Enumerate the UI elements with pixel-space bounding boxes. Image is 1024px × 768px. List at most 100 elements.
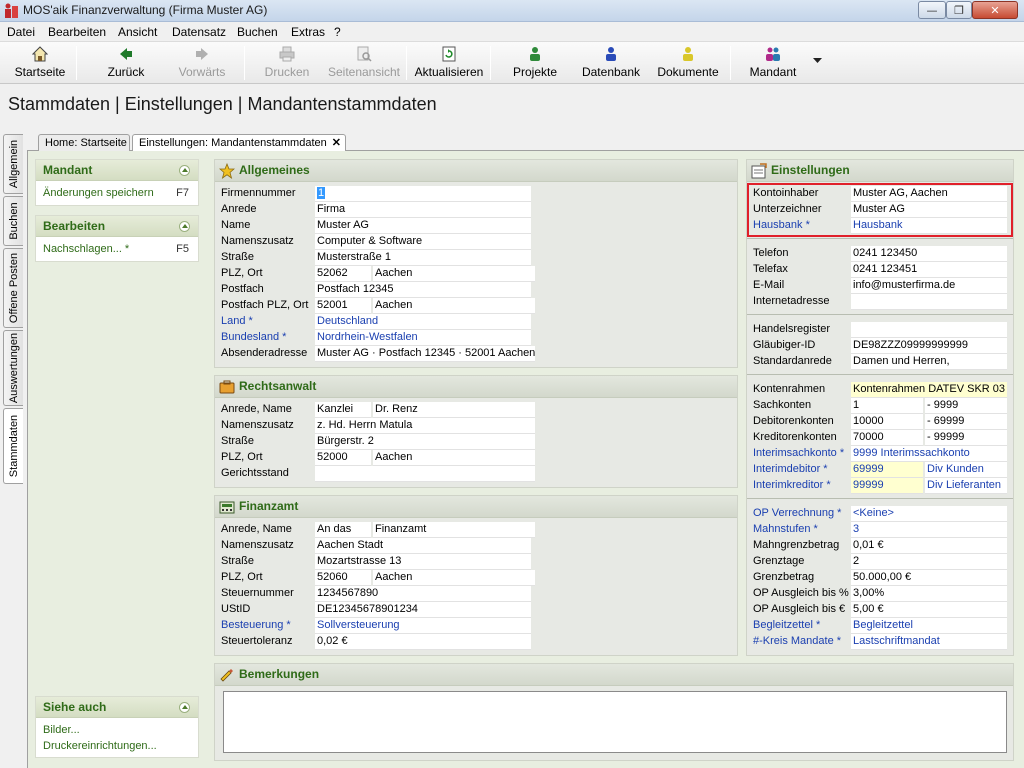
field-value-namenszusatz[interactable]: z. Hd. Herrn Matula bbox=[315, 418, 535, 434]
field-value-telefon[interactable]: 0241 123450 bbox=[851, 246, 1007, 262]
field-value-gerichtsstand[interactable] bbox=[315, 466, 535, 482]
menu-datensatz[interactable]: Datensatz bbox=[172, 25, 226, 39]
vtab-buchen[interactable]: Buchen bbox=[3, 196, 23, 246]
field-value-interimdebitor[interactable]: 69999 bbox=[851, 462, 923, 478]
field-value-plz-ort[interactable]: 52000 bbox=[315, 450, 371, 466]
field-value-begleitzettel[interactable]: Begleitzettel bbox=[851, 618, 1007, 634]
field-value-e-mail[interactable]: info@musterfirma.de bbox=[851, 278, 1007, 294]
field-value-mahnstufen[interactable]: 3 bbox=[851, 522, 1007, 538]
field-value-kreditorenkonten[interactable]: 70000 bbox=[851, 430, 923, 446]
close-button[interactable]: ✕ bbox=[972, 1, 1018, 19]
vtab-offene-posten[interactable]: Offene Posten bbox=[3, 248, 23, 328]
back-button[interactable]: Zurück bbox=[100, 44, 152, 82]
field-value-bundesland[interactable]: Nordrhein-Westfalen bbox=[315, 330, 531, 346]
field-value-namenszusatz[interactable]: Computer & Software bbox=[315, 234, 531, 250]
field-label[interactable]: OP Verrechnung * bbox=[753, 507, 841, 519]
field-value-grenztage[interactable]: 2 bbox=[851, 554, 1007, 570]
field-value-plz-ort[interactable]: 52060 bbox=[315, 570, 371, 586]
field-value-plz-ort[interactable]: 52062 bbox=[315, 266, 371, 282]
datenbank-button[interactable]: Datenbank bbox=[580, 44, 642, 82]
field-value-debitorenkonten[interactable]: 10000 bbox=[851, 414, 923, 430]
field-value-anrede[interactable]: Firma bbox=[315, 202, 531, 218]
field-value-op-ausgleich-bis[interactable]: 3,00% bbox=[851, 586, 1007, 602]
mandant-button[interactable]: Mandant bbox=[744, 44, 802, 82]
field-value-internetadresse[interactable] bbox=[851, 294, 1007, 310]
field-value2-plz-ort[interactable]: Aachen bbox=[373, 570, 535, 586]
field-value-telefax[interactable]: 0241 123451 bbox=[851, 262, 1007, 278]
field-value-straße[interactable]: Bürgerstr. 2 bbox=[315, 434, 535, 450]
tab-mandantenstammdaten[interactable]: Einstellungen: Mandantenstammdaten ✕ bbox=[132, 134, 346, 151]
vtab-auswertungen[interactable]: Auswertungen bbox=[3, 330, 23, 406]
link-bilder[interactable]: Bilder... bbox=[36, 722, 198, 738]
field-value-straße[interactable]: Musterstraße 1 bbox=[315, 250, 531, 266]
field-value-namenszusatz[interactable]: Aachen Stadt bbox=[315, 538, 531, 554]
field-value-mahngrenzbetrag[interactable]: 0,01 € bbox=[851, 538, 1007, 554]
field-label[interactable]: Interimkreditor * bbox=[753, 479, 831, 491]
menu-help[interactable]: ? bbox=[334, 25, 341, 39]
menu-extras[interactable]: Extras bbox=[291, 25, 325, 39]
tab-home[interactable]: Home: Startseite bbox=[38, 134, 130, 151]
action-save-changes[interactable]: Änderungen speichern F7 bbox=[36, 185, 198, 201]
field-label[interactable]: Interimdebitor * bbox=[753, 463, 828, 475]
dokumente-button[interactable]: Dokumente bbox=[654, 44, 722, 82]
remarks-textarea[interactable] bbox=[223, 691, 1007, 753]
link-druckereinrichtungen[interactable]: Druckereinrichtungen... bbox=[36, 738, 198, 754]
field-value-interimsachkonto[interactable]: 9999 Interimssachkonto bbox=[851, 446, 1007, 462]
field-value-straße[interactable]: Mozartstrasse 13 bbox=[315, 554, 531, 570]
print-button[interactable]: Drucken bbox=[258, 44, 316, 82]
menu-buchen[interactable]: Buchen bbox=[237, 25, 278, 39]
vtab-stammdaten[interactable]: Stammdaten bbox=[3, 408, 23, 484]
vtab-allgemein[interactable]: Allgemein bbox=[3, 134, 23, 194]
field-value-anrede-name[interactable]: Kanzlei bbox=[315, 402, 371, 418]
action-nachschlagen[interactable]: Nachschlagen... * F5 bbox=[36, 241, 198, 257]
field-label[interactable]: #-Kreis Mandate * bbox=[753, 635, 841, 647]
field-value-absenderadresse[interactable]: Muster AG · Postfach 12345 · 52001 Aache… bbox=[315, 346, 535, 362]
field-value-interimkreditor[interactable]: 99999 bbox=[851, 478, 923, 494]
field-value2-interimkreditor[interactable]: Div Lieferanten bbox=[925, 478, 1007, 494]
field-value-firmennummer[interactable]: 1 bbox=[315, 186, 531, 202]
field-value-anrede-name[interactable]: An das bbox=[315, 522, 371, 538]
field-value2-sachkonten[interactable]: - 9999 bbox=[925, 398, 1007, 414]
field-value-grenzbetrag[interactable]: 50.000,00 € bbox=[851, 570, 1007, 586]
collapse-icon[interactable] bbox=[179, 165, 190, 176]
page-preview-button[interactable]: Seitenansicht bbox=[325, 44, 403, 82]
field-label[interactable]: Land * bbox=[221, 315, 253, 327]
field-value2-postfach-plz-ort[interactable]: Aachen bbox=[373, 298, 535, 314]
menu-bearbeiten[interactable]: Bearbeiten bbox=[48, 25, 106, 39]
field-value2-plz-ort[interactable]: Aachen bbox=[373, 450, 535, 466]
field-value2-anrede-name[interactable]: Dr. Renz bbox=[373, 402, 535, 418]
field-value-op-ausgleich-bis[interactable]: 5,00 € bbox=[851, 602, 1007, 618]
panel-mandant-header[interactable]: Mandant bbox=[36, 160, 198, 181]
panel-siehe-auch-header[interactable]: Siehe auch bbox=[36, 697, 198, 718]
collapse-icon[interactable] bbox=[179, 702, 190, 713]
field-value2-plz-ort[interactable]: Aachen bbox=[373, 266, 535, 282]
field-value-standardanrede[interactable]: Damen und Herren, bbox=[851, 354, 1007, 370]
collapse-icon[interactable] bbox=[179, 221, 190, 232]
field-value-postfach-plz-ort[interactable]: 52001 bbox=[315, 298, 371, 314]
refresh-button[interactable]: Aktualisieren bbox=[412, 44, 486, 82]
panel-bearbeiten-header[interactable]: Bearbeiten bbox=[36, 216, 198, 237]
field-value2-anrede-name[interactable]: Finanzamt bbox=[373, 522, 535, 538]
forward-button[interactable]: Vorwärts bbox=[172, 44, 232, 82]
field-value-op-verrechnung[interactable]: <Keine> bbox=[851, 506, 1007, 522]
menu-ansicht[interactable]: Ansicht bbox=[118, 25, 157, 39]
field-value-kreis-mandate[interactable]: Lastschriftmandat bbox=[851, 634, 1007, 650]
field-value-steuernummer[interactable]: 1234567890 bbox=[315, 586, 531, 602]
field-value-ustid[interactable]: DE12345678901234 bbox=[315, 602, 531, 618]
menu-datei[interactable]: Datei bbox=[7, 25, 35, 39]
field-value-steuertoleranz[interactable]: 0,02 € bbox=[315, 634, 531, 650]
toolbar-dropdown-icon[interactable] bbox=[813, 58, 822, 64]
minimize-button[interactable]: — bbox=[918, 1, 946, 19]
field-value-handelsregister[interactable] bbox=[851, 322, 1007, 338]
maximize-button[interactable]: ❐ bbox=[946, 1, 972, 19]
field-label[interactable]: Mahnstufen * bbox=[753, 523, 818, 535]
field-value2-debitorenkonten[interactable]: - 69999 bbox=[925, 414, 1007, 430]
field-label[interactable]: Interimsachkonto * bbox=[753, 447, 844, 459]
field-value-name[interactable]: Muster AG bbox=[315, 218, 531, 234]
startseite-button[interactable]: Startseite bbox=[10, 44, 70, 82]
field-value-besteuerung[interactable]: Sollversteuerung bbox=[315, 618, 531, 634]
field-value-gläubiger-id[interactable]: DE98ZZZ09999999999 bbox=[851, 338, 1007, 354]
field-value-postfach[interactable]: Postfach 12345 bbox=[315, 282, 531, 298]
field-value-sachkonten[interactable]: 1 bbox=[851, 398, 923, 414]
field-label[interactable]: Begleitzettel * bbox=[753, 619, 820, 631]
